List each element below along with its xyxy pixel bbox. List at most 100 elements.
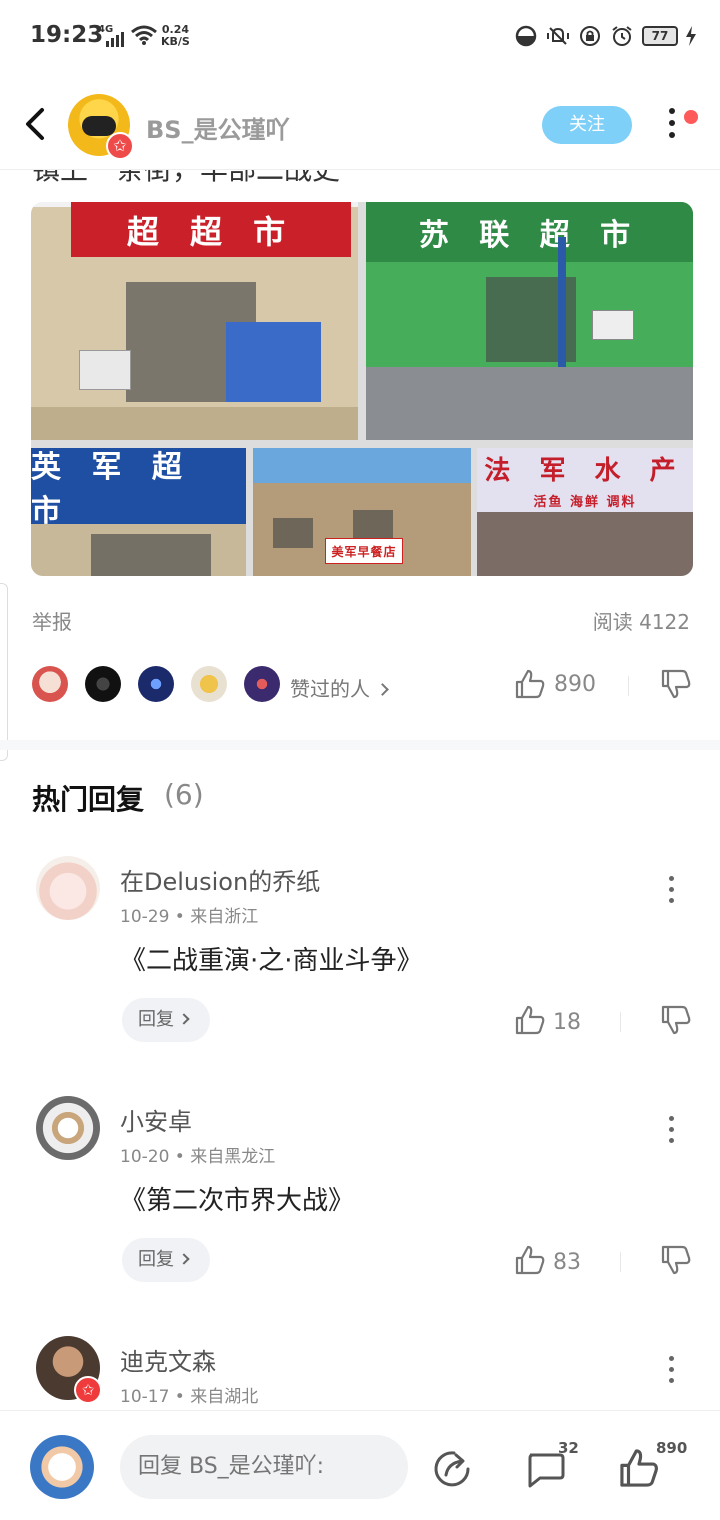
- poster: [226, 322, 321, 402]
- divider: [628, 676, 629, 696]
- network-speed: 0.24 KB/S: [161, 24, 190, 48]
- star-badge-icon: ✩: [106, 132, 134, 160]
- sidewalk: [31, 407, 358, 440]
- data-saver-icon: [515, 25, 537, 47]
- liked-by-link[interactable]: 赞过的人: [290, 673, 389, 702]
- shop-sign-2: 苏 联 超 市: [366, 202, 693, 262]
- commenter-name[interactable]: 小安卓: [120, 1102, 192, 1137]
- more-options-icon[interactable]: [662, 108, 682, 148]
- more-options-icon[interactable]: [666, 876, 676, 916]
- lock-rotation-icon: [580, 26, 600, 46]
- shop-window: [91, 534, 211, 576]
- post-image-collage[interactable]: 超 超 市 苏 联 超 市 英 军 超 市 美军早餐店 法 军 水 产 活鱼 海…: [31, 202, 693, 576]
- thumbs-up-icon[interactable]: [514, 668, 546, 700]
- vibrate-mute-icon: [547, 27, 569, 45]
- comment-meta: 10-20 • 来自黑龙江: [120, 1147, 276, 1167]
- liker-avatar[interactable]: [244, 666, 280, 702]
- street: [366, 367, 693, 440]
- battery-indicator: 77: [642, 26, 678, 46]
- avatar-face: [82, 116, 116, 136]
- liker-avatar[interactable]: [85, 666, 121, 702]
- air-conditioner: [592, 310, 634, 340]
- star-badge-icon: ✩: [74, 1376, 102, 1404]
- chevron-right-icon: [178, 1013, 190, 1025]
- thumbs-down-icon[interactable]: [660, 1244, 692, 1276]
- comment-item: 在Delusion的乔纸 10-29 • 来自浙江 《二战重演·之·商业斗争》 …: [0, 840, 720, 1080]
- reply-label: 回复: [138, 1249, 174, 1270]
- thumbs-up-icon[interactable]: [514, 1004, 546, 1036]
- post-like-count: 890: [554, 672, 596, 697]
- hot-replies-count: (6): [164, 778, 204, 811]
- more-options-icon[interactable]: [666, 1116, 676, 1156]
- comment-item: ✩ 迪克文森 10-17 • 来自湖北: [0, 1320, 720, 1410]
- thumbs-up-icon[interactable]: [514, 1244, 546, 1276]
- more-options-icon[interactable]: [666, 1356, 676, 1396]
- comment-text: 《第二次市界大战》: [120, 1186, 355, 1216]
- pole: [558, 237, 566, 387]
- comment-like-count: 18: [553, 1010, 581, 1035]
- image-shop-1[interactable]: 超 超 市: [31, 202, 358, 440]
- liker-avatar[interactable]: [191, 666, 227, 702]
- my-avatar[interactable]: [30, 1435, 94, 1499]
- air-conditioner: [79, 350, 131, 390]
- shop-sign-3: 英 军 超 市: [31, 448, 246, 529]
- reply-label: 回复: [138, 1009, 174, 1030]
- reply-button[interactable]: 回复: [122, 1238, 210, 1282]
- shop-sign-1: 超 超 市: [71, 202, 351, 257]
- signal-icon: [106, 32, 124, 47]
- liker-avatar[interactable]: [32, 666, 68, 702]
- liker-avatar[interactable]: [138, 666, 174, 702]
- shop-sign-4: 美军早餐店: [325, 538, 403, 564]
- chevron-right-icon: [376, 683, 389, 696]
- status-icons: 77: [514, 24, 696, 48]
- side-handle[interactable]: [0, 583, 8, 761]
- shop-sign-5-sub: 活鱼 海鲜 调料: [477, 488, 693, 512]
- comment-meta: 10-17 • 来自湖北: [120, 1387, 259, 1407]
- comment-item: 小安卓 10-20 • 来自黑龙江 《第二次市界大战》 回复 83: [0, 1080, 720, 1320]
- divider: [620, 1012, 621, 1032]
- thumbs-up-icon[interactable]: [618, 1447, 660, 1489]
- speed-unit: KB/S: [161, 35, 190, 48]
- thumbs-down-icon[interactable]: [660, 1004, 692, 1036]
- notification-dot: [684, 110, 698, 124]
- shop-window: [353, 510, 393, 540]
- image-shop-4[interactable]: 美军早餐店: [253, 448, 471, 576]
- divider: [620, 1252, 621, 1272]
- author-avatar[interactable]: ✩: [68, 94, 134, 160]
- like-count: 890: [656, 1439, 688, 1457]
- liked-by-label: 赞过的人: [290, 677, 370, 701]
- back-arrow-icon[interactable]: [18, 104, 54, 144]
- author-name[interactable]: BS_是公瑾吖: [146, 110, 290, 145]
- read-count: 阅读 4122: [592, 610, 690, 634]
- hot-replies-title: 热门回复: [32, 783, 145, 816]
- bottom-action-bar: 32 890: [0, 1410, 720, 1520]
- follow-button[interactable]: 关注: [542, 106, 632, 144]
- post-header: ✩ BS_是公瑾吖 关注: [0, 80, 720, 170]
- liker-avatars[interactable]: [32, 666, 280, 702]
- image-shop-2[interactable]: 苏 联 超 市: [366, 202, 693, 440]
- chevron-right-icon: [178, 1253, 190, 1265]
- shop-window: [273, 518, 313, 548]
- reply-input[interactable]: [120, 1435, 408, 1499]
- status-bar: 19:23 4G 0.24 KB/S 77: [0, 0, 720, 72]
- commenter-avatar[interactable]: [36, 856, 100, 920]
- alarm-icon: [612, 26, 632, 46]
- commenter-name[interactable]: 在Delusion的乔纸: [120, 862, 320, 897]
- comment-meta: 10-29 • 来自浙江: [120, 907, 259, 927]
- thumbs-down-icon[interactable]: [660, 668, 692, 700]
- comment-count: 32: [558, 1439, 579, 1457]
- image-shop-3[interactable]: 英 军 超 市: [31, 448, 246, 576]
- charging-icon: [686, 26, 696, 46]
- wifi-icon: [131, 25, 157, 45]
- status-time: 19:23: [30, 22, 104, 48]
- report-link[interactable]: 举报: [32, 606, 72, 635]
- shop-sign-5: 法 军 水 产: [477, 448, 693, 488]
- share-icon[interactable]: [432, 1449, 472, 1489]
- comment-text: 《二战重演·之·商业斗争》: [120, 946, 423, 976]
- commenter-name[interactable]: 迪克文森: [120, 1342, 216, 1377]
- commenter-avatar[interactable]: [36, 1096, 100, 1160]
- section-divider: [0, 740, 720, 750]
- reply-button[interactable]: 回复: [122, 998, 210, 1042]
- image-shop-5[interactable]: 法 军 水 产 活鱼 海鲜 调料: [477, 448, 693, 576]
- comment-like-count: 83: [553, 1250, 581, 1275]
